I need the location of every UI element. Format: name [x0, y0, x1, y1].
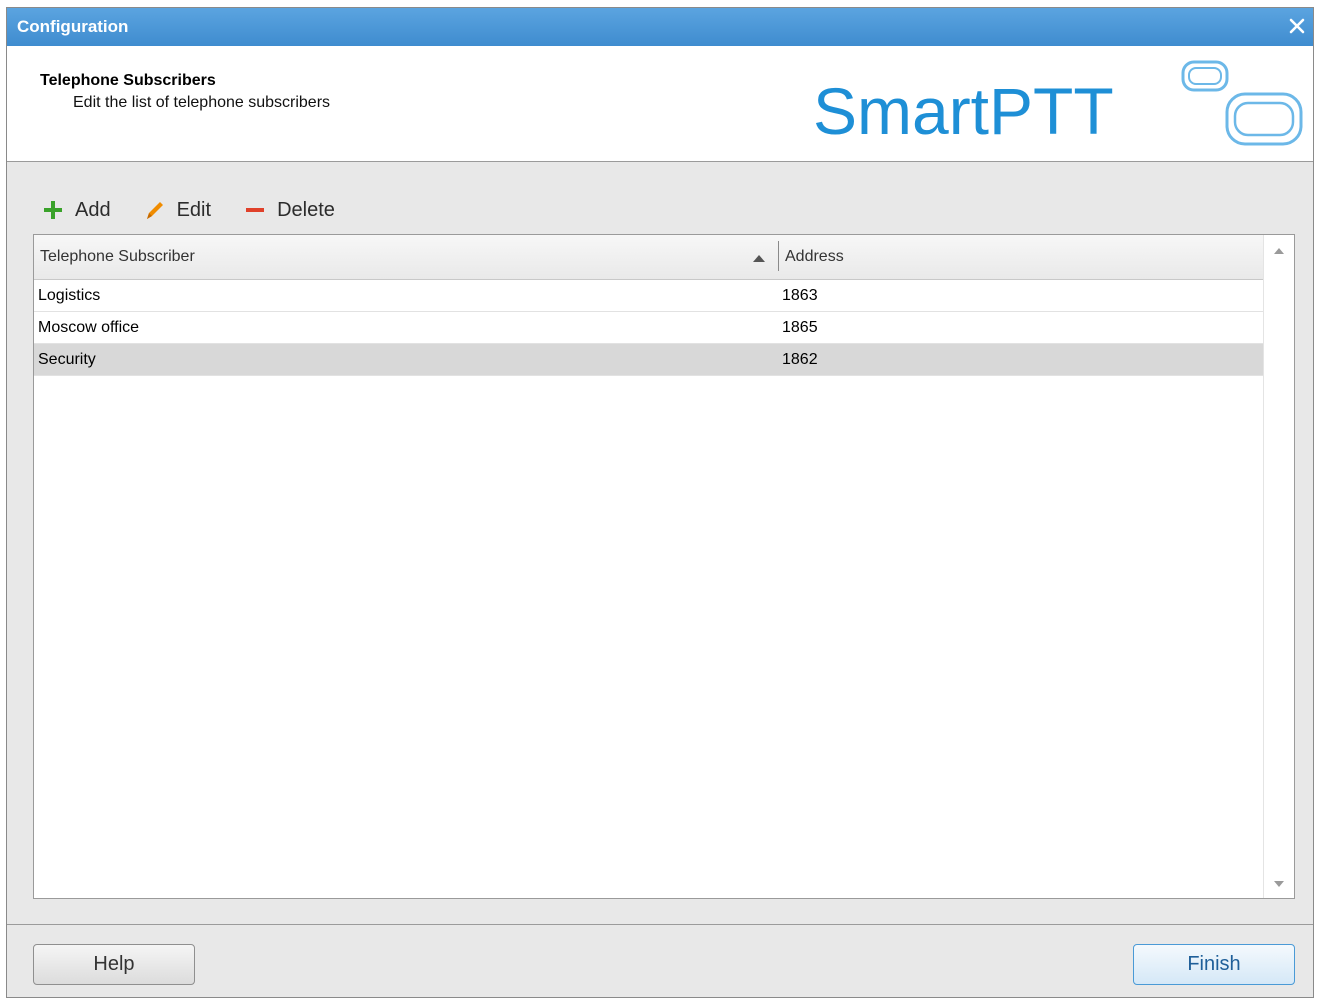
- scroll-down-icon[interactable]: [1273, 880, 1285, 888]
- edit-button[interactable]: Edit: [143, 198, 211, 222]
- add-icon: [41, 198, 65, 222]
- edit-pencil-icon: [143, 198, 167, 222]
- add-label: Add: [75, 198, 111, 221]
- page-title: Telephone Subscribers: [40, 72, 216, 89]
- subscribers-table[interactable]: Telephone Subscriber Address Logistics 1…: [33, 234, 1295, 899]
- wizard-header: Telephone Subscribers Edit the list of t…: [7, 46, 1313, 162]
- help-button[interactable]: Help: [33, 944, 195, 985]
- subscriber-name: Security: [38, 350, 96, 368]
- smartptt-logo: SmartPTT: [813, 58, 1305, 153]
- table-header: Telephone Subscriber Address: [34, 235, 1264, 280]
- page-subtitle: Edit the list of telephone subscribers: [73, 94, 331, 111]
- close-icon: [1289, 18, 1305, 34]
- window-title: Configuration: [17, 17, 129, 36]
- subscriber-address: 1862: [782, 350, 818, 368]
- subscriber-name: Logistics: [38, 286, 101, 304]
- subscriber-name: Moscow office: [38, 318, 140, 336]
- vertical-scrollbar[interactable]: [1263, 235, 1294, 898]
- subscriber-address: 1865: [782, 318, 818, 336]
- footer-divider: [7, 924, 1313, 925]
- toolbar: Add Edit Delete: [41, 196, 367, 224]
- delete-button[interactable]: Delete: [243, 198, 335, 222]
- add-button[interactable]: Add: [41, 198, 111, 222]
- column-header-telephone-subscriber[interactable]: Telephone Subscriber: [34, 235, 779, 279]
- configuration-window: Configuration Telephone Subscribers Edit…: [6, 7, 1314, 998]
- delete-minus-icon: [243, 198, 267, 222]
- table-row[interactable]: Moscow office 1865: [34, 312, 1264, 344]
- subscriber-address: 1863: [782, 286, 818, 304]
- close-button[interactable]: [1285, 14, 1309, 38]
- edit-label: Edit: [176, 198, 212, 221]
- title-bar: Configuration: [7, 8, 1313, 46]
- table-row-selected[interactable]: Security 1862: [34, 344, 1264, 376]
- scroll-up-icon[interactable]: [1273, 247, 1285, 255]
- finish-button[interactable]: Finish: [1133, 944, 1295, 985]
- logo-text: SmartPTT: [813, 74, 1114, 148]
- column-header-address[interactable]: Address: [779, 235, 1264, 279]
- table-row[interactable]: Logistics 1863: [34, 280, 1264, 312]
- sort-ascending-icon: [753, 255, 765, 262]
- delete-label: Delete: [277, 198, 335, 221]
